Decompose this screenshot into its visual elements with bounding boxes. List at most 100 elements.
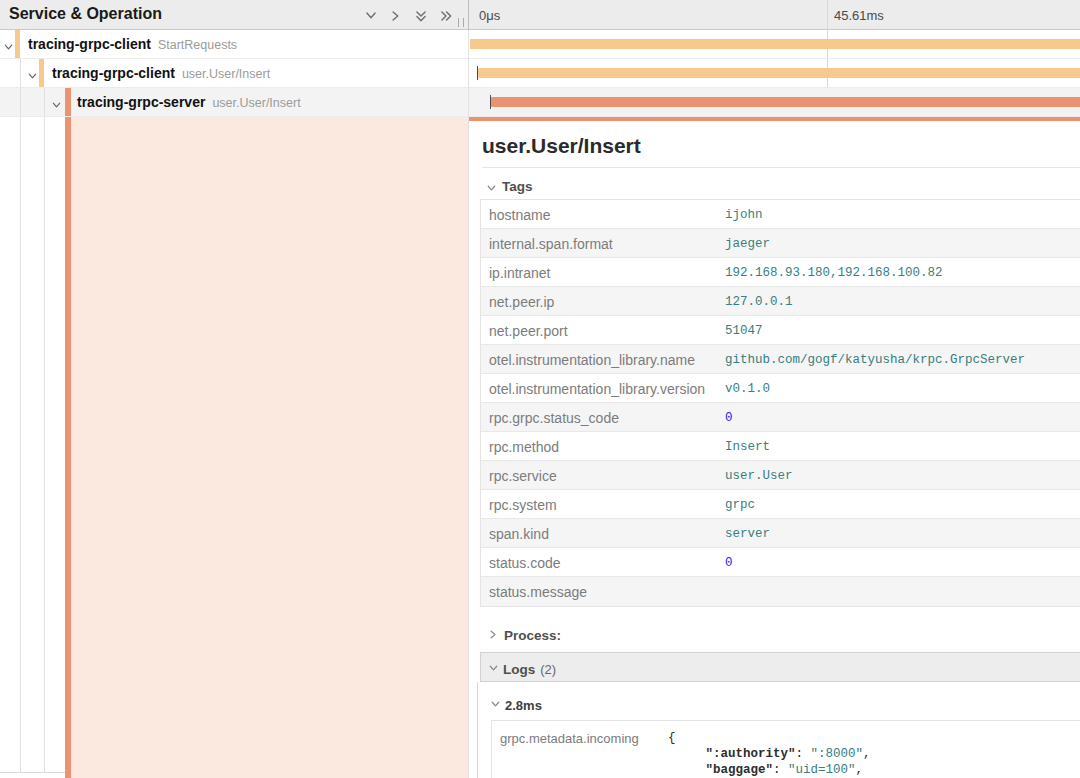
tag-key: rpc.system [481,490,717,518]
tag-key: ip.intranet [481,258,717,286]
logs-section-label: Logs [503,662,535,677]
span-row[interactable]: tracing-grpc-clientStartRequests [0,30,1080,59]
span-name-column[interactable]: tracing-grpc-clientuser.User/Insert [0,59,468,88]
expand-one-icon[interactable] [389,9,403,23]
tag-key: rpc.grpc.status_code [481,403,717,431]
span-detail-panel: user.User/Insert Tags hostnameijohninter… [469,117,1080,778]
tag-row: net.peer.ip127.0.0.1 [481,287,1080,316]
timeline-collapse-controls [364,9,453,23]
expand-all-icon[interactable] [439,9,453,23]
json-value: { ":authority": ":8000", "baggage": "uid… [668,730,1080,778]
title-divider [482,167,1080,168]
tag-value: 127.0.0.1 [717,287,1080,315]
span-collapse-chevron-icon[interactable] [27,68,38,86]
tag-value: 0 [717,548,1080,576]
span-duration-bar[interactable] [470,39,1080,49]
span-operation-name: user.User/Insert [182,67,270,81]
log-entry-container: 2.8ms grpc.metadata.incoming { ":authori… [477,682,1080,778]
timeline-header-row: Service & Operation 0μs 45.61ms [0,0,1080,30]
tag-row: rpc.grpc.status_code0 [481,403,1080,432]
service-operation-header: Service & Operation [9,5,162,23]
column-divider-header [468,0,469,30]
tag-value: Insert [717,432,1080,460]
log-fields-table: grpc.metadata.incoming { ":authority": "… [491,720,1080,778]
tag-value: jaeger [717,229,1080,257]
tag-key: span.kind [481,519,717,547]
detail-row-left [0,117,468,778]
span-duration-bar[interactable] [477,68,1080,78]
log-field-key: grpc.metadata.incoming [492,721,660,778]
span-operation-name: StartRequests [158,38,237,52]
span-bar-label-tick [490,95,491,109]
span-timeline-view[interactable] [469,59,1080,88]
collapse-one-icon[interactable] [364,9,378,23]
span-color-bar [15,30,20,59]
process-section-row[interactable]: Process: [488,626,561,644]
tag-key: status.code [481,548,717,576]
tag-row: internal.span.formatjaeger [481,229,1080,258]
tag-row: rpc.serviceuser.User [481,461,1080,490]
span-rows: tracing-grpc-clientStartRequests tracing-… [0,30,1080,117]
span-operation-name: user.User/Insert [212,96,300,110]
tag-row: span.kindserver [481,519,1080,548]
jaeger-trace-timeline: Service & Operation 0μs 45.61ms tracing-… [0,0,1080,778]
tag-key: otel.instrumentation_library.version [481,374,717,402]
span-detail-tint [71,117,468,778]
span-collapse-chevron-icon[interactable] [51,97,62,115]
timeline-tick-label-1: 45.61ms [834,8,884,23]
log-entry-header[interactable]: 2.8ms [490,696,542,714]
tags-section-label[interactable]: Tags [502,179,533,194]
span-row[interactable]: tracing-grpc-serveruser.User/Insert [0,88,1080,117]
tag-value: 192.168.93.180,192.168.100.82 [717,258,1080,286]
span-row[interactable]: tracing-grpc-clientuser.User/Insert [0,59,1080,88]
tag-key: internal.span.format [481,229,717,257]
tag-key: net.peer.port [481,316,717,344]
tag-row: rpc.systemgrpc [481,490,1080,519]
span-duration-bar[interactable] [490,97,1080,107]
log-field-value: { ":authority": ":8000", "baggage": "uid… [660,721,1080,778]
tag-row: rpc.methodInsert [481,432,1080,461]
tag-key: otel.instrumentation_library.name [481,345,717,373]
span-bar-label-tick [477,66,478,80]
logs-chevron-icon [488,660,499,678]
span-timeline-view[interactable] [469,88,1080,117]
tag-key: hostname [481,200,717,228]
span-service-name: tracing-grpc-clientuser.User/Insert [52,65,270,81]
tree-guide-line [44,88,45,117]
span-timeline-view[interactable] [469,30,1080,59]
span-collapse-chevron-icon[interactable] [3,39,14,57]
column-resizer-grip[interactable] [458,18,464,27]
logs-count: (2) [540,662,556,677]
tags-chevron-icon[interactable] [486,180,497,198]
span-name-column[interactable]: tracing-grpc-serveruser.User/Insert [0,88,468,117]
collapse-all-icon[interactable] [414,9,428,23]
span-name-column[interactable]: tracing-grpc-clientStartRequests [0,30,468,59]
timeline-tick-label-0: 0μs [479,8,500,23]
tree-guide-line [20,59,21,88]
logs-section-header[interactable]: Logs (2) [480,652,1080,682]
process-chevron-icon [488,626,499,644]
tag-key: status.message [481,577,717,606]
log-time-chevron-icon [490,696,501,714]
tags-table: hostnameijohninternal.span.formatjaegeri… [480,199,1080,607]
span-detail-title: user.User/Insert [482,134,641,158]
span-color-bar [65,88,71,117]
tag-value: ijohn [717,200,1080,228]
tag-value: grpc [717,490,1080,518]
tag-value: v0.1.0 [717,374,1080,402]
tag-row: ip.intranet192.168.93.180,192.168.100.82 [481,258,1080,287]
tag-value: 51047 [717,316,1080,344]
tag-row: hostnameijohn [481,200,1080,229]
process-section-label: Process: [504,628,561,643]
tag-row: net.peer.port51047 [481,316,1080,345]
tag-key: rpc.service [481,461,717,489]
tree-end-line [0,772,65,773]
tag-value: 0 [717,403,1080,431]
span-color-bar [39,59,44,88]
tree-guide-line [20,88,21,117]
tag-key: rpc.method [481,432,717,460]
log-timestamp: 2.8ms [505,698,542,713]
span-service-name: tracing-grpc-clientStartRequests [28,36,237,52]
tag-row: otel.instrumentation_library.versionv0.1… [481,374,1080,403]
tag-value: server [717,519,1080,547]
